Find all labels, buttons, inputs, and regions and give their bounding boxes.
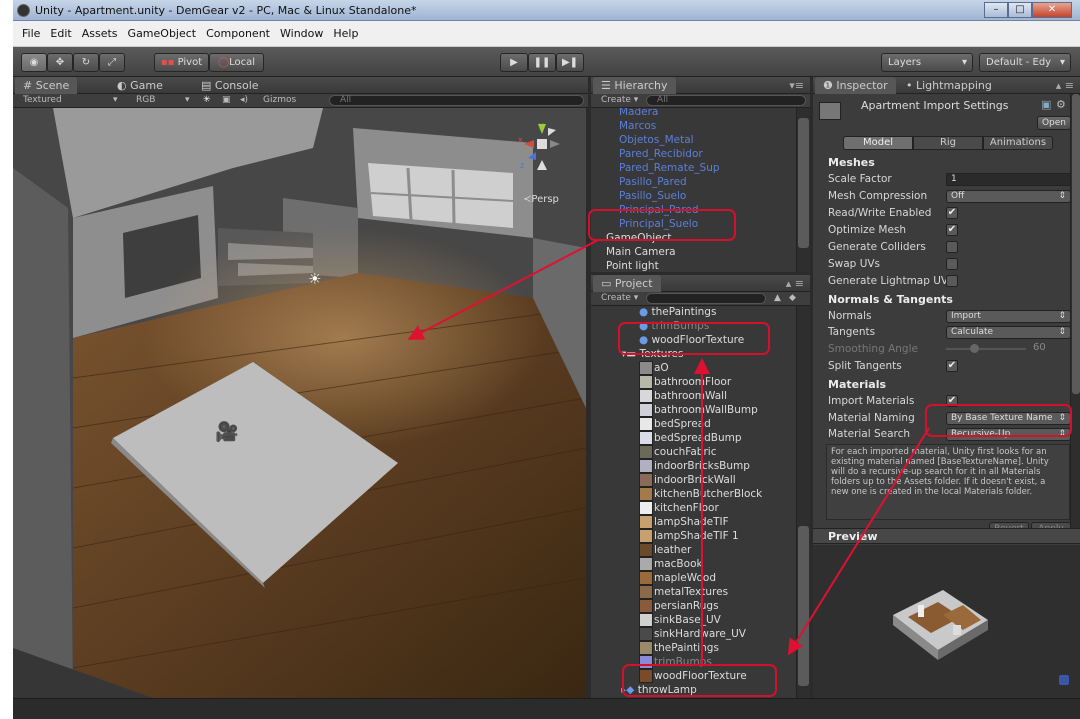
- annotation-arrows: [407, 239, 930, 664]
- unity-window: Unity - Apartment.unity - DemGear v2 - P…: [13, 0, 1080, 719]
